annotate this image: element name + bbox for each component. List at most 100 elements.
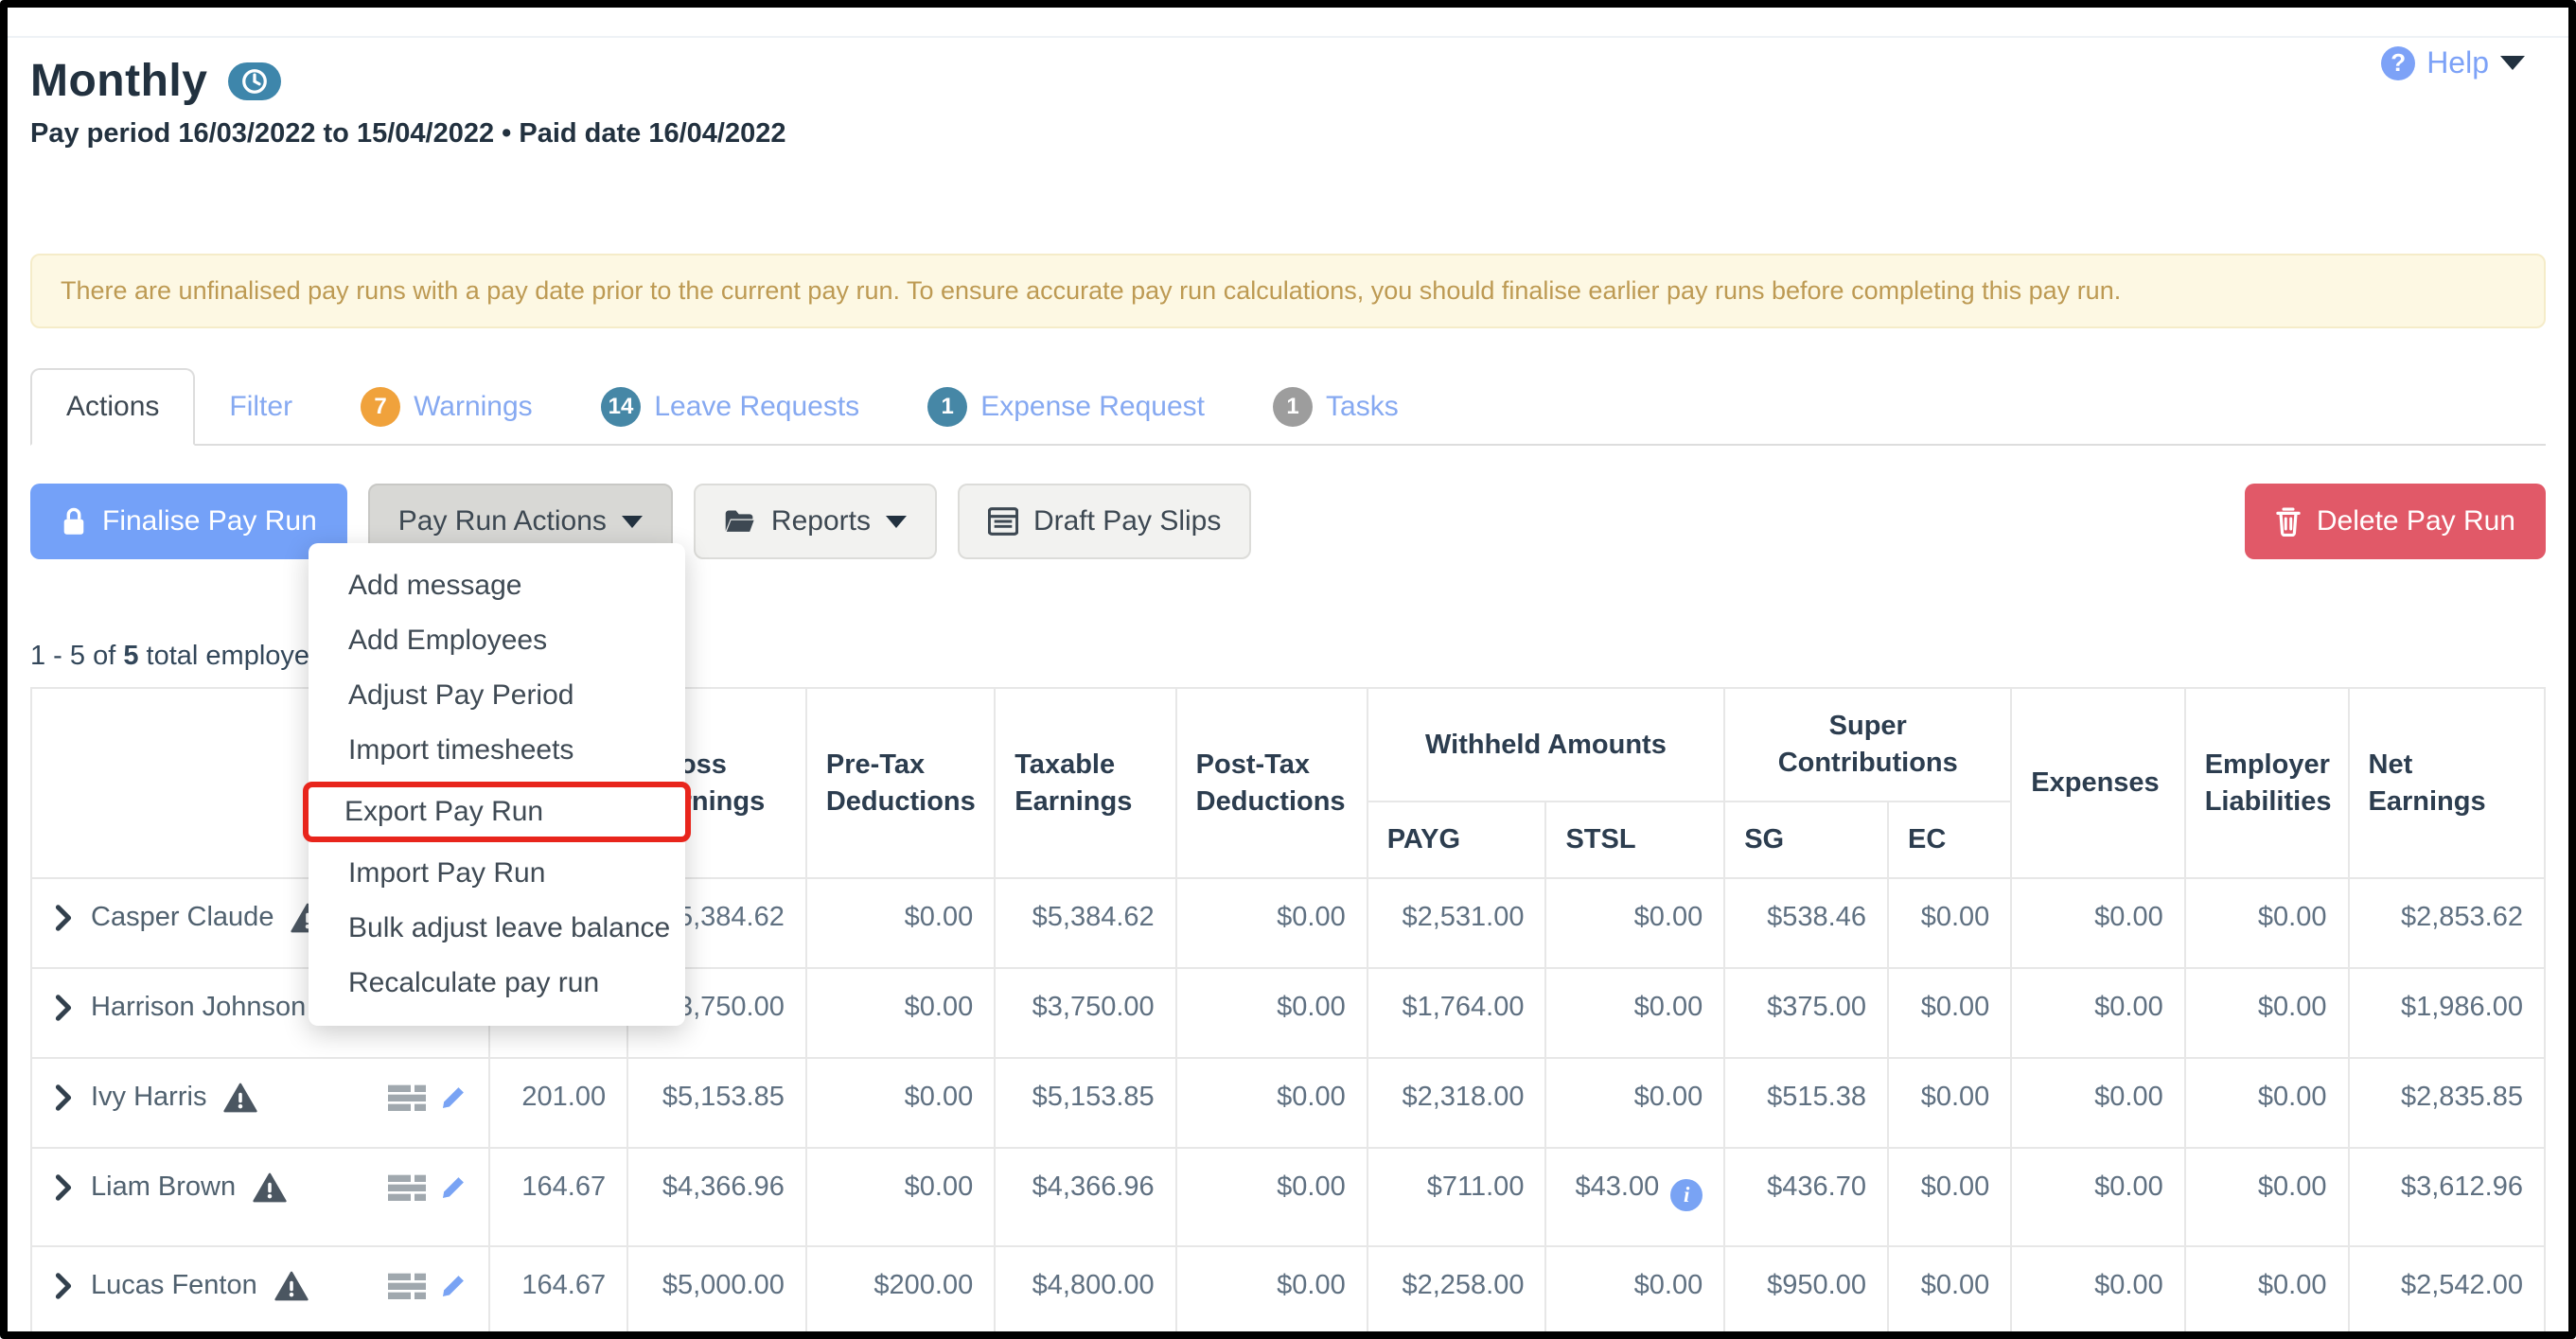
tab-badge: 7 xyxy=(361,387,401,427)
menu-item-bulk-adjust-leave-balance[interactable]: Bulk adjust leave balance xyxy=(309,901,685,956)
pay-run-page: ? Help Monthly Pay period 16/03/2022 to … xyxy=(8,8,2568,1331)
reports-button[interactable]: Reports xyxy=(693,484,937,559)
cell-stsl: $0.00 xyxy=(1544,877,1726,970)
lock-icon xyxy=(63,507,84,535)
expand-chevron-icon[interactable] xyxy=(53,1084,74,1111)
group-header-withheld-amounts: Withheld Amounts xyxy=(1366,686,1726,803)
finalise-pay-run-button[interactable]: Finalise Pay Run xyxy=(30,484,347,559)
pay-run-actions-label: Pay Run Actions xyxy=(397,505,607,537)
delete-pay-run-button[interactable]: Delete Pay Run xyxy=(2244,484,2546,559)
pay-run-actions-dropdown: Add message Add Employees Adjust Pay Perio… xyxy=(303,543,691,1026)
tab-tasks[interactable]: 1 Tasks xyxy=(1239,370,1433,444)
tab-label: Leave Requests xyxy=(654,391,860,422)
screenshot-frame: ? Help Monthly Pay period 16/03/2022 to … xyxy=(0,0,2576,1339)
employee-name[interactable]: Lucas Fenton xyxy=(91,1270,257,1301)
employee-name[interactable]: Liam Brown xyxy=(91,1172,236,1203)
finalise-pay-run-label: Finalise Pay Run xyxy=(102,505,317,537)
tab-warnings[interactable]: 7 Warnings xyxy=(326,370,567,444)
tab-leave-requests[interactable]: 14 Leave Requests xyxy=(567,370,894,444)
employee-name[interactable]: Harrison Johnson xyxy=(91,992,306,1023)
col-header-stsl: STSL xyxy=(1544,801,1726,880)
menu-item-adjust-pay-period[interactable]: Adjust Pay Period xyxy=(309,668,685,723)
cell-post-tax-deductions: $0.00 xyxy=(1174,967,1368,1060)
tab-bar: Actions Filter 7 Warnings 14 Leave Requests 1 E… xyxy=(30,368,2546,446)
cell-ec: $0.00 xyxy=(1886,967,2013,1060)
timesheet-icon[interactable] xyxy=(387,1272,426,1300)
menu-item-add-employees[interactable]: Add Employees xyxy=(309,613,685,668)
top-divider xyxy=(8,8,2568,38)
employee-cell: Lucas Fenton xyxy=(30,1245,490,1331)
cell-gross-earnings: $5,000.00 xyxy=(626,1245,807,1331)
unfinalised-warning-banner: There are unfinalised pay runs with a pa… xyxy=(30,254,2546,328)
tab-actions[interactable]: Actions xyxy=(30,368,196,446)
cell-hours: 164.67 xyxy=(487,1147,629,1248)
tab-label: Actions xyxy=(66,391,160,422)
cell-taxable-earnings: $5,384.62 xyxy=(994,877,1177,970)
edit-pencil-icon[interactable] xyxy=(439,1272,468,1300)
cell-hours: 164.67 xyxy=(487,1245,629,1331)
draft-pay-slips-button[interactable]: Draft Pay Slips xyxy=(957,484,1252,559)
cell-payg: $2,318.00 xyxy=(1366,1057,1547,1150)
chevron-down-icon xyxy=(885,515,907,528)
timesheet-icon[interactable] xyxy=(387,1173,426,1202)
delete-pay-run-label: Delete Pay Run xyxy=(2316,505,2515,537)
menu-item-export-pay-run[interactable]: Export Pay Run xyxy=(303,782,691,842)
menu-item-recalculate-pay-run[interactable]: Recalculate pay run xyxy=(309,956,685,1011)
cell-ec: $0.00 xyxy=(1886,1245,2013,1331)
cell-post-tax-deductions: $0.00 xyxy=(1174,1245,1368,1331)
expand-chevron-icon[interactable] xyxy=(53,995,74,1021)
cell-sg: $538.46 xyxy=(1723,877,1889,970)
timesheet-icon[interactable] xyxy=(387,1084,426,1112)
page-title: Monthly xyxy=(30,56,208,106)
edit-pencil-icon[interactable] xyxy=(439,1084,468,1112)
tab-label: Tasks xyxy=(1326,391,1399,422)
cell-payg: $711.00 xyxy=(1366,1147,1547,1248)
expand-chevron-icon[interactable] xyxy=(53,1174,74,1201)
warning-icon xyxy=(253,1172,287,1203)
cell-payg: $2,258.00 xyxy=(1366,1245,1547,1331)
edit-pencil-icon[interactable] xyxy=(439,1173,468,1202)
menu-item-import-pay-run[interactable]: Import Pay Run xyxy=(309,846,685,901)
warning-icon xyxy=(223,1083,258,1113)
col-header-post-tax-deductions: Post-Tax Deductions xyxy=(1174,686,1368,880)
expand-chevron-icon[interactable] xyxy=(53,905,74,931)
cell-taxable-earnings: $4,800.00 xyxy=(994,1245,1177,1331)
group-header-super-contributions: Super Contributions xyxy=(1723,686,2013,803)
tab-filter[interactable]: Filter xyxy=(195,370,326,444)
cell-expenses: $0.00 xyxy=(2010,1057,2186,1150)
employee-name[interactable]: Ivy Harris xyxy=(91,1082,206,1113)
cell-employer-liabilities: $0.00 xyxy=(2183,1147,2350,1248)
payslip-list-icon xyxy=(987,507,1018,536)
cell-pre-tax-deductions: $200.00 xyxy=(804,1245,997,1331)
folder-icon xyxy=(725,510,754,532)
help-menu[interactable]: ? Help xyxy=(2381,45,2525,80)
cell-pre-tax-deductions: $0.00 xyxy=(804,1057,997,1150)
tab-expense-request[interactable]: 1 Expense Request xyxy=(893,370,1239,444)
cell-employer-liabilities: $0.00 xyxy=(2183,1057,2350,1150)
tab-label: Expense Request xyxy=(980,391,1206,422)
cell-taxable-earnings: $3,750.00 xyxy=(994,967,1177,1060)
col-header-net-earnings: Net Earnings xyxy=(2347,686,2546,880)
col-header-pre-tax-deductions: Pre-Tax Deductions xyxy=(804,686,997,880)
cell-hours: 201.00 xyxy=(487,1057,629,1150)
trash-icon xyxy=(2276,507,2301,537)
chevron-down-icon xyxy=(621,515,643,528)
tab-label: Filter xyxy=(229,391,293,422)
menu-item-add-message[interactable]: Add message xyxy=(309,558,685,613)
cell-net-earnings: $2,835.85 xyxy=(2347,1057,2546,1150)
tab-badge: 1 xyxy=(927,387,968,427)
cell-sg: $436.70 xyxy=(1723,1147,1889,1248)
cell-stsl: $0.00 xyxy=(1544,1245,1726,1331)
cell-sg: $515.38 xyxy=(1723,1057,1889,1150)
expand-chevron-icon[interactable] xyxy=(53,1273,74,1299)
reports-label: Reports xyxy=(770,505,871,537)
cell-employer-liabilities: $0.00 xyxy=(2183,1245,2350,1331)
cell-expenses: $0.00 xyxy=(2010,1147,2186,1248)
cell-post-tax-deductions: $0.00 xyxy=(1174,1057,1368,1150)
employee-name[interactable]: Casper Claude xyxy=(91,902,273,933)
pay-schedule-clock-icon xyxy=(228,62,282,100)
cell-sg: $950.00 xyxy=(1723,1245,1889,1331)
menu-item-import-timesheets[interactable]: Import timesheets xyxy=(309,723,685,778)
info-icon[interactable]: i xyxy=(1670,1179,1703,1212)
col-header-expenses: Expenses xyxy=(2010,686,2186,880)
